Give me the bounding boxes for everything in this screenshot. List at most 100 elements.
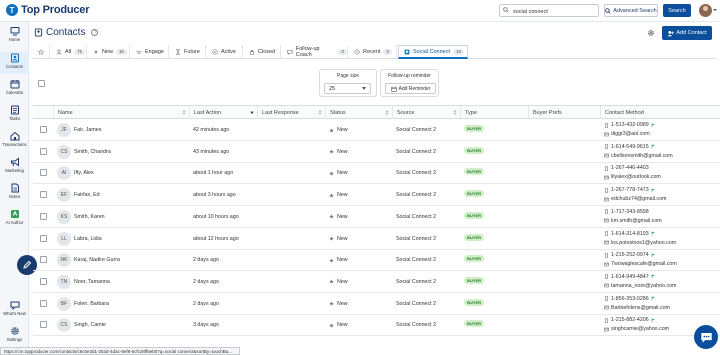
row-checkbox[interactable] [40, 212, 47, 220]
row-checkbox[interactable] [40, 169, 47, 177]
sidebar-item-contacts[interactable]: Contacts [0, 52, 29, 74]
contact-name-link[interactable]: Fairfax, Ed [74, 192, 100, 198]
status[interactable]: New [329, 149, 348, 155]
column-header-name[interactable]: Name [53, 106, 189, 119]
table-row[interactable]: KS Smith, Karen about 10 hours ago New Socia… [33, 206, 720, 228]
row-checkbox[interactable] [40, 147, 47, 155]
phone-contact[interactable]: 1-267-446-4403 [604, 165, 649, 171]
contact-name-link[interactable]: Karaj, Nadire Gurra [74, 257, 120, 263]
table-row[interactable]: AI Ifty, Alex about 1 hour ago New Social Co… [33, 162, 720, 185]
status[interactable]: New [329, 192, 348, 198]
gear-icon[interactable] [647, 29, 655, 37]
tab-social-connect[interactable]: Social Connect 16 [398, 45, 468, 59]
column-header-contact-method[interactable]: Contact Method [600, 106, 720, 119]
table-row[interactable]: CS Smith, Chandra 43 minutes ago New Social … [33, 141, 720, 163]
help-icon[interactable]: ? [91, 29, 99, 36]
contact-name-link[interactable]: Smith, Karen [74, 214, 105, 220]
user-avatar[interactable] [699, 4, 712, 17]
column-header-last-response[interactable]: Last Response [257, 106, 325, 119]
email-contact[interactable]: 7wowaglescafe@gmail.com [604, 261, 677, 267]
email-contact[interactable]: edchubz74@gmail.com [604, 196, 666, 202]
status[interactable]: New [329, 257, 348, 263]
phone-contact[interactable]: 1-267-778-7473 [604, 187, 656, 193]
column-header-buyer-prefs[interactable]: Buyer Prefs [528, 106, 600, 119]
tab-new[interactable]: New 1k [88, 45, 130, 59]
sidebar-item-whats-new[interactable]: What's New [0, 300, 29, 316]
table-row[interactable]: JF Fair, James 42 minutes ago New Social Con… [33, 119, 720, 141]
sidebar-item-transactions[interactable]: Transactions [0, 131, 29, 147]
row-checkbox[interactable] [40, 234, 47, 242]
column-header-status[interactable]: Status [325, 106, 392, 119]
contact-name-link[interactable]: Singh, Camie [74, 322, 106, 328]
phone-contact[interactable]: 1-215-882-4206 [604, 317, 656, 323]
tab-all[interactable]: All 7k [51, 45, 87, 59]
phone-contact[interactable]: 1-614-949-4847 [604, 274, 656, 280]
add-reminder-button[interactable]: Add Reminder [385, 83, 436, 94]
sidebar-item-ai-author[interactable]: AI Author [0, 209, 29, 225]
row-checkbox[interactable] [40, 256, 47, 264]
row-checkbox[interactable] [40, 191, 47, 199]
email-contact[interactable]: diggr3@aol.com [604, 131, 650, 137]
tab-future[interactable]: Future [170, 45, 206, 59]
row-checkbox[interactable] [40, 321, 47, 329]
contact-name-link[interactable]: Ifty, Alex [74, 170, 94, 176]
table-row[interactable]: CS Singh, Camie 3 days ago New Social Connec… [33, 314, 720, 337]
status[interactable]: New [329, 301, 348, 307]
search-button[interactable]: Search [663, 4, 691, 17]
email-contact[interactable]: Barbiefolens@gmail.com [604, 305, 670, 311]
phone-contact[interactable]: 1-215-252-0974 [604, 252, 656, 258]
phone-contact[interactable]: 1-614-549-9615 [604, 144, 656, 150]
contact-name-link[interactable]: Labra, Lidia [74, 236, 102, 242]
email-contact[interactable]: los.potosinos1@yahoo.com [604, 240, 676, 246]
row-checkbox[interactable] [40, 299, 47, 307]
status[interactable]: New [329, 236, 348, 242]
chevron-down-icon[interactable] [713, 9, 717, 11]
advanced-search-button[interactable]: Advanced Search [604, 4, 658, 17]
chat-button[interactable] [694, 325, 718, 349]
phone-contact[interactable]: 1-717-343-8598 [604, 209, 649, 215]
sidebar-item-settings[interactable]: Settings [0, 326, 29, 342]
email-contact[interactable]: lilyalex@outlook.com [604, 174, 661, 180]
table-row[interactable]: TN Noor, Tamanna 2 days ago New Social Conne… [33, 271, 720, 293]
sidebar-item-notes[interactable]: Notes [0, 183, 29, 199]
status[interactable]: New [329, 322, 348, 328]
search-input[interactable] [499, 4, 599, 17]
status[interactable]: New [329, 127, 348, 133]
sidebar-item-home[interactable]: Home [0, 26, 29, 42]
email-contact[interactable]: singhcamie@yahoo.com [604, 326, 669, 332]
tab-recent[interactable]: Recent 0 [349, 45, 397, 59]
tab-follow-up-coach[interactable]: Follow-up Coach 0 [282, 45, 348, 59]
tab-favorites[interactable] [33, 45, 50, 59]
sidebar-item-tasks[interactable]: Tasks [0, 105, 29, 121]
contact-name-link[interactable]: Folen, Barbara [74, 301, 109, 307]
table-row[interactable]: BF Folen, Barbara 2 days ago New Social Conn… [33, 293, 720, 315]
table-row[interactable]: LL Labra, Lidia about 12 hours ago New Socia… [33, 228, 720, 250]
status[interactable]: New [329, 279, 348, 285]
status[interactable]: New [329, 170, 348, 176]
select-all-checkbox[interactable] [38, 80, 45, 87]
column-header-source[interactable]: Source [392, 106, 460, 119]
logo[interactable]: T Top Producer [6, 4, 89, 16]
table-row[interactable]: NK Karaj, Nadire Gurra 2 days ago New Social… [33, 249, 720, 272]
phone-contact[interactable]: 1-513-432-0989 [604, 122, 656, 128]
sidebar-item-marketing[interactable]: Marketing [0, 157, 29, 173]
row-checkbox[interactable] [40, 126, 47, 133]
email-contact[interactable]: km.smith@gmail.com [604, 218, 662, 224]
column-header-last-action[interactable]: Last Action [189, 106, 257, 119]
row-checkbox[interactable] [40, 277, 47, 285]
contact-name-link[interactable]: Fair, James [74, 127, 101, 133]
email-contact[interactable]: cbellsonsmith@gmail.com [604, 153, 673, 159]
add-contact-button[interactable]: Add Contact [662, 26, 712, 40]
contact-name-link[interactable]: Noor, Tamanna [74, 279, 110, 285]
tab-closed[interactable]: Closed [244, 45, 281, 59]
tab-active[interactable]: Active [207, 45, 243, 59]
email-contact[interactable]: tamanna_noor@yahoo.com [604, 283, 676, 289]
phone-contact[interactable]: 1-856-353-0286 [604, 296, 656, 302]
contact-name-link[interactable]: Smith, Chandra [74, 149, 111, 155]
tab-engage[interactable]: Engage [131, 45, 169, 59]
table-row[interactable]: EF Fairfax, Ed about 3 hours ago New Social … [33, 184, 720, 207]
column-header-type[interactable]: Type [460, 106, 528, 119]
sidebar-item-calendar[interactable]: Calendar [0, 79, 29, 95]
page-size-select[interactable]: 25 [324, 83, 371, 94]
status[interactable]: New [329, 214, 348, 220]
